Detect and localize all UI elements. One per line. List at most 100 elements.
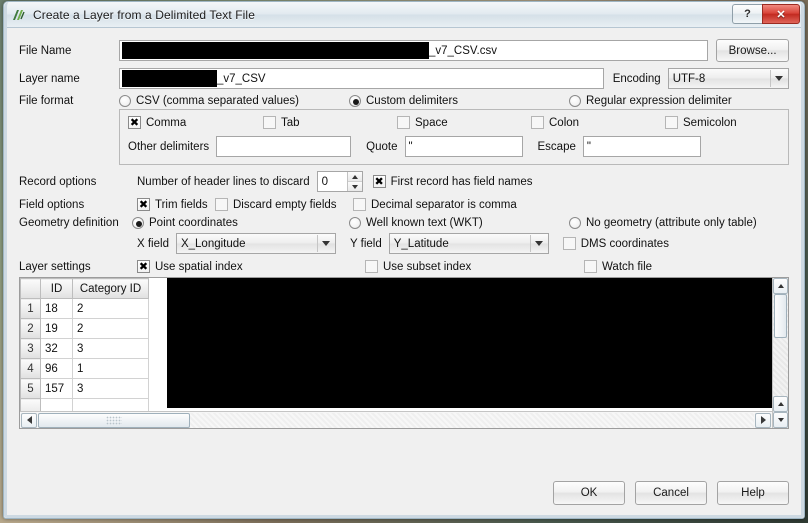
radio-wkt-indicator — [349, 217, 361, 229]
table-col-header-category-id[interactable]: Category ID — [72, 278, 149, 299]
radio-custom-delimiters[interactable]: Custom delimiters — [349, 95, 569, 107]
table-cell-category-id[interactable]: 2 — [72, 318, 149, 339]
table-row[interactable]: 3 32 3 — [20, 338, 149, 359]
checkbox-use-subset-index[interactable]: Use subset index — [365, 260, 584, 273]
checkbox-semicolon-label: Semicolon — [683, 116, 737, 129]
radio-point-coordinates[interactable]: Point coordinates — [132, 217, 349, 229]
checkbox-trim-fields-label: Trim fields — [155, 198, 208, 211]
radio-regex-delimiter-label: Regular expression delimiter — [586, 95, 732, 107]
file-name-label: File Name — [19, 44, 72, 57]
radio-no-geometry[interactable]: No geometry (attribute only table) — [569, 217, 757, 229]
table-cell-category-id[interactable]: 1 — [72, 358, 149, 379]
checkbox-trim-fields-indicator — [137, 197, 150, 212]
table-cell-category-id[interactable]: 3 — [72, 338, 149, 359]
radio-regex-delimiter[interactable]: Regular expression delimiter — [569, 95, 732, 107]
checkbox-decimal-separator-comma[interactable]: Decimal separator is comma — [353, 198, 517, 211]
header-lines-label: Number of header lines to discard — [137, 175, 310, 188]
table-row[interactable]: 5 157 3 — [20, 378, 149, 399]
stepper-buttons[interactable] — [346, 172, 362, 191]
radio-no-geometry-label: No geometry (attribute only table) — [586, 217, 757, 229]
table-cell-id[interactable]: 18 — [40, 298, 73, 319]
table-cell-category-id[interactable]: 3 — [72, 378, 149, 399]
dialog-content: File Name _v7_CSV.csv Browse... Layer na… — [7, 29, 801, 515]
checkbox-colon[interactable]: Colon — [531, 116, 665, 129]
checkbox-space-label: Space — [415, 116, 448, 129]
checkbox-discard-empty-fields[interactable]: Discard empty fields — [215, 198, 353, 211]
scroll-up-secondary-icon[interactable] — [773, 396, 788, 412]
table-row[interactable]: 1 18 2 — [20, 298, 149, 319]
chevron-down-icon — [770, 70, 787, 87]
table-cell-id[interactable]: 32 — [40, 338, 73, 359]
stepper-up-icon[interactable] — [347, 172, 362, 181]
horizontal-scroll-thumb[interactable] — [38, 412, 190, 428]
checkbox-first-record-field-names[interactable]: First record has field names — [372, 174, 532, 189]
field-options-row: Field options Trim fields Discard empty … — [19, 197, 789, 212]
radio-custom-delimiters-indicator — [349, 95, 361, 107]
checkbox-use-subset-index-label: Use subset index — [383, 260, 472, 273]
delimiter-fields-line: Other delimiters Quote Escape — [128, 136, 780, 157]
header-lines-stepper[interactable]: 0 — [316, 171, 363, 192]
close-icon[interactable]: ✕ — [762, 4, 800, 24]
file-name-input[interactable]: _v7_CSV.csv — [119, 40, 709, 61]
table-cell-id[interactable]: 19 — [40, 318, 73, 339]
encoding-value: UTF-8 — [672, 72, 706, 85]
chevron-down-icon — [316, 235, 334, 252]
checkbox-dms-coordinates[interactable]: DMS coordinates — [562, 237, 669, 250]
scroll-up-icon[interactable] — [773, 278, 788, 294]
radio-no-geometry-indicator — [569, 217, 581, 229]
table-row-index: 3 — [20, 338, 41, 359]
table-row[interactable]: 4 96 1 — [20, 358, 149, 379]
checkbox-space[interactable]: Space — [397, 116, 531, 129]
ok-button[interactable]: OK — [553, 481, 625, 505]
other-delimiters-input[interactable] — [216, 136, 352, 157]
table-corner-header[interactable] — [20, 278, 41, 299]
cancel-button[interactable]: Cancel — [635, 481, 707, 505]
scroll-down-icon[interactable] — [773, 412, 788, 428]
scroll-right-icon[interactable] — [755, 412, 771, 428]
checkbox-tab[interactable]: Tab — [263, 116, 397, 129]
y-field-select[interactable]: Y_Latitude — [388, 233, 549, 254]
table-cell-id[interactable]: 157 — [40, 378, 73, 399]
checkbox-decimal-separator-indicator — [353, 198, 366, 211]
geometry-definition-label: Geometry definition — [19, 217, 119, 229]
scroll-left-icon[interactable] — [21, 412, 37, 428]
table-row-index: 5 — [20, 378, 41, 399]
layer-name-input[interactable]: _v7_CSV — [119, 68, 604, 89]
vertical-scroll-thumb[interactable] — [774, 294, 787, 338]
table-cell-category-id[interactable]: 2 — [72, 298, 149, 319]
help-titlebar-button[interactable]: ? — [732, 4, 762, 24]
escape-input[interactable] — [582, 136, 701, 157]
checkbox-use-spatial-index[interactable]: Use spatial index — [137, 259, 365, 274]
stepper-down-icon[interactable] — [347, 181, 362, 191]
radio-regex-delimiter-indicator — [569, 95, 581, 107]
checkbox-watch-file[interactable]: Watch file — [584, 260, 652, 273]
radio-wkt[interactable]: Well known text (WKT) — [349, 217, 569, 229]
x-field-select[interactable]: X_Longitude — [175, 233, 336, 254]
encoding-label: Encoding — [612, 72, 661, 85]
browse-button[interactable]: Browse... — [716, 39, 789, 62]
help-button[interactable]: Help — [717, 481, 789, 505]
radio-csv-label: CSV (comma separated values) — [136, 95, 299, 107]
preview-horizontal-scrollbar[interactable] — [20, 411, 772, 428]
checkbox-trim-fields[interactable]: Trim fields — [137, 197, 215, 212]
horizontal-scroll-track[interactable] — [38, 412, 754, 428]
escape-label: Escape — [537, 140, 576, 153]
window-title: Create a Layer from a Delimited Text Fil… — [33, 7, 255, 22]
table-cell-id[interactable]: 96 — [40, 358, 73, 379]
table-col-header-id[interactable]: ID — [40, 278, 73, 299]
file-name-visible-value: _v7_CSV.csv — [429, 44, 497, 57]
title-bar[interactable]: Create a Layer from a Delimited Text Fil… — [4, 2, 804, 28]
table-row[interactable]: 2 19 2 — [20, 318, 149, 339]
preview-vertical-scrollbar[interactable] — [772, 278, 788, 428]
preview-table: ID Category ID 1 18 2 2 19 2 3 32 3 4 96… — [20, 278, 149, 419]
checkbox-watch-file-label: Watch file — [602, 260, 653, 273]
radio-csv[interactable]: CSV (comma separated values) — [119, 95, 349, 107]
encoding-select[interactable]: UTF-8 — [667, 68, 789, 89]
other-delimiters-label: Other delimiters — [128, 140, 210, 153]
preview-table-container[interactable]: ID Category ID 1 18 2 2 19 2 3 32 3 4 96… — [19, 277, 789, 429]
checkbox-semicolon[interactable]: Semicolon — [665, 116, 737, 129]
layer-name-redaction — [122, 70, 217, 87]
field-options-label: Field options — [19, 198, 85, 211]
checkbox-comma[interactable]: Comma — [128, 115, 263, 130]
quote-input[interactable] — [404, 136, 523, 157]
